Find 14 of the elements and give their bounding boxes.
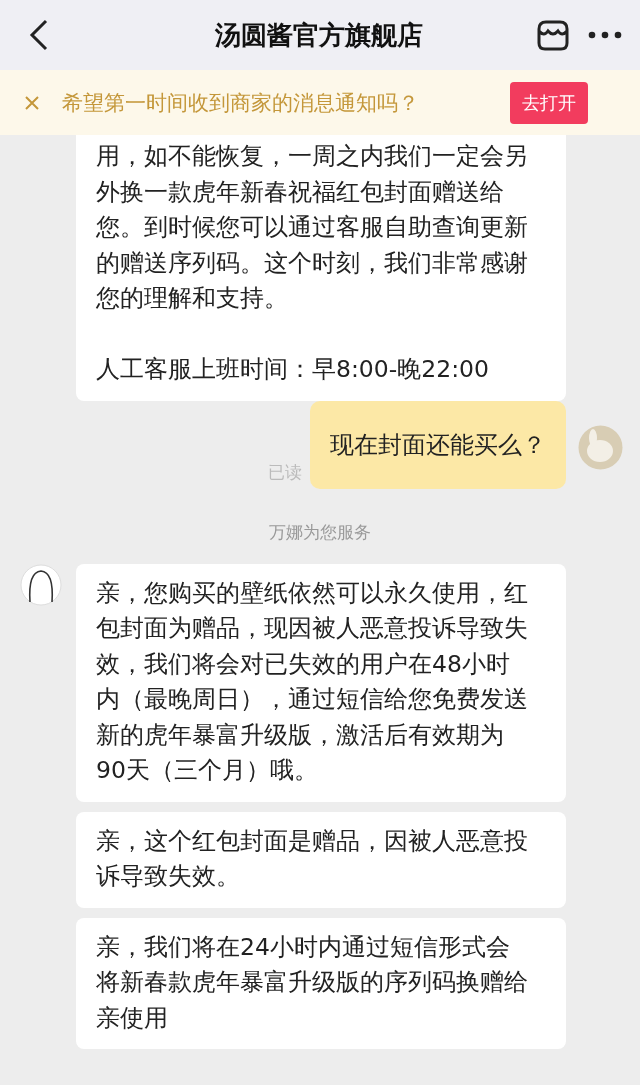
back-icon[interactable] xyxy=(28,19,50,51)
service-notice: 万娜为您服务 xyxy=(269,521,371,542)
avatar-icon xyxy=(578,424,623,470)
message-text: 现在封面还能买么？ xyxy=(310,400,566,489)
open-button[interactable]: 去打开 xyxy=(510,81,588,124)
message-text: 亲，我们将在24小时内通过短信形式会将新春款虎年暴富升级版的序列码换赠给亲使用 xyxy=(96,931,528,1034)
store-icon[interactable] xyxy=(536,19,570,51)
message-text: 亲，您购买的壁纸依然可以永久使用，红包封面为赠品，现因被人恶意投诉导致失效，我们将会对已失效的用户在48小时内（最晚周日），通过短信给您免费发送新的虎年暴富升级版，激活后有效期为90天（三个月）哦。 xyxy=(96,577,528,786)
shop-title: 汤圆酱官方旗舰店 xyxy=(214,18,424,52)
message-text: 人工客服上班时间：早8:00-晚22:00 xyxy=(96,354,490,385)
notice-text: 希望第一时间收到商家的消息通知吗？ xyxy=(62,89,420,117)
message-text: 用，如不能恢复，一周之内我们一定会另外换一款虎年新春祝福红包封面赠送给您。到时候您可以通过客服自助查询更新的赠送序列码。这个时刻，我们非常感谢您的理解和支持。 xyxy=(96,141,528,314)
message-text: 亲，这个红包封面是赠品，因被人恶意投诉导致失效。 xyxy=(96,825,528,892)
more-icon[interactable] xyxy=(588,31,622,39)
